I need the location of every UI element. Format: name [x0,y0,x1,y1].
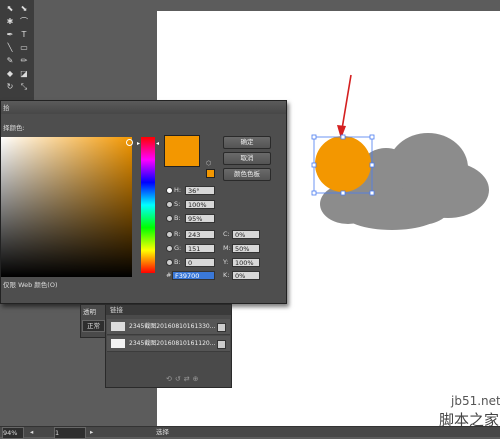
magic-wand-tool-icon[interactable]: ✱ [4,16,16,27]
link-item[interactable]: 2345截图20160810161120... [107,336,230,352]
red-arrow-shaft [341,74,352,130]
pencil-tool-icon[interactable]: ✏ [18,55,30,66]
selection-tool-icon[interactable]: ⬉ [4,3,16,14]
s-radio[interactable] [166,201,173,208]
link-item-name: 2345截图20160810161330... [129,323,216,330]
watermark-site: jb51.net [451,394,500,408]
cancel-button[interactable]: 取消 [223,152,271,165]
rotate-tool-icon[interactable]: ↻ [4,81,16,92]
lasso-tool-icon[interactable]: ⌒ [18,16,30,27]
link-thumbnail [111,322,125,331]
link-item[interactable]: 2345截图20160810161330... [107,319,230,335]
links-tab[interactable]: 链接 [110,305,123,315]
y-field[interactable]: 100% [232,258,260,267]
pen-tool-icon[interactable]: ✒ [4,29,16,40]
links-panel: 链接 2345截图20160810161330... 2345截图2016081… [105,304,232,388]
dialog-title: 拾 [3,104,10,112]
h-field[interactable]: 36° [185,186,215,195]
color-picker-dialog: 拾 择颜色: ▸ ◂ ⬡ 确定 取消 颜色色板 H: 36° S: 100% B… [0,100,287,304]
c-field[interactable]: 0% [232,230,260,239]
k-field[interactable]: 0% [232,271,260,280]
g-label: G: [174,244,182,252]
link-item-name: 2345截图20160810161120... [129,340,216,347]
hex-field[interactable]: F39700 [172,271,215,280]
link-status-icon [217,340,226,349]
sun-circle[interactable] [315,136,371,192]
select-color-label: 择颜色: [3,124,25,132]
transparency-tab[interactable]: 透明 [83,307,96,317]
eraser-tool-icon[interactable]: ◪ [18,68,30,79]
r-field[interactable]: 243 [185,230,215,239]
links-tabbar: 链接 [106,305,231,315]
s-field[interactable]: 100% [185,200,215,209]
g-field[interactable]: 151 [185,244,215,253]
scale-tool-icon[interactable]: ⤡ [18,81,30,92]
k-label: K: [223,271,230,279]
h-radio[interactable] [166,187,173,194]
g-radio[interactable] [166,245,173,252]
hex-label: # [166,271,172,279]
link-status-icon [217,323,226,332]
color-field-cursor[interactable] [126,139,133,146]
rectangle-tool-icon[interactable]: ▭ [18,42,30,53]
r-label: R: [174,230,181,238]
direct-selection-tool-icon[interactable]: ⬊ [18,3,30,14]
blue-label: B: [174,258,181,266]
s-label: S: [174,200,181,208]
blue-field[interactable]: 0 [185,258,215,267]
color-field[interactable] [1,137,133,277]
ok-button[interactable]: 确定 [223,136,271,149]
zoom-select[interactable]: 94% [2,427,24,439]
hue-right-arrow-icon[interactable]: ◂ [156,140,159,147]
color-swatches-button[interactable]: 颜色色板 [223,168,271,181]
c-label: C: [223,230,230,238]
links-panel-footer-icons: ⟲↺⇄⊕ [166,375,202,383]
b-label: B: [174,214,181,222]
h-label: H: [174,186,182,194]
m-field[interactable]: 50% [232,244,260,253]
hue-left-arrow-icon[interactable]: ▸ [137,140,140,147]
status-bar: 94% ◂ 1 ▸ 选择 [0,426,500,439]
tools-panel: ⬉ ⬊ ✱ ⌒ ✒ T ╲ ▭ ✎ ✏ ◆ ◪ ↻ ⤡ [0,0,34,100]
hue-slider[interactable] [141,137,155,273]
paintbrush-tool-icon[interactable]: ✎ [4,55,16,66]
line-tool-icon[interactable]: ╲ [4,42,16,53]
transparency-panel: 透明 正常 [80,304,107,338]
blob-brush-tool-icon[interactable]: ◆ [4,68,16,79]
dialog-titlebar[interactable]: 拾 [1,101,286,114]
web-only-checkbox-label[interactable]: 仅限 Web 颜色(O) [3,280,58,290]
r-radio[interactable] [166,231,173,238]
m-label: M: [223,244,231,252]
link-thumbnail [111,339,125,348]
b-field[interactable]: 95% [185,214,215,223]
y-label: Y: [223,258,229,266]
blend-mode-select[interactable]: 正常 [82,320,105,332]
type-tool-icon[interactable]: T [18,29,30,40]
artboard-number-field[interactable]: 1 [54,427,86,439]
b-radio[interactable] [166,215,173,222]
web-safe-swatch[interactable] [206,169,215,178]
cube-warning-icon[interactable]: ⬡ [206,160,211,167]
blue-radio[interactable] [166,259,173,266]
new-color-swatch [164,135,200,167]
